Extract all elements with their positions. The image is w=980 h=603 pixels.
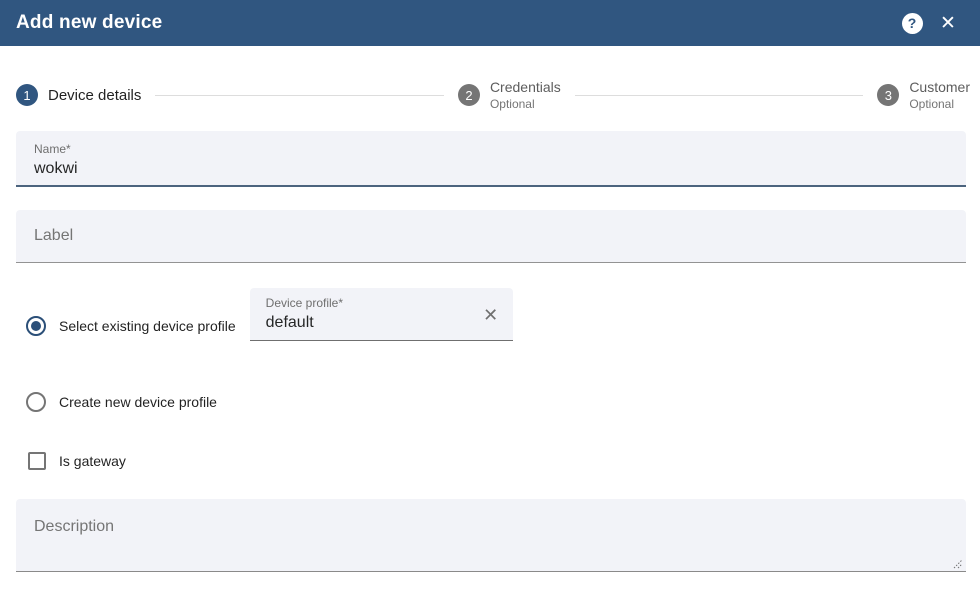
- device-profile-label: Device profile*: [266, 296, 473, 310]
- dialog-header: Add new device ? ✕: [0, 0, 980, 46]
- step-3-circle: 3: [877, 84, 899, 106]
- step-2-circle: 2: [458, 84, 480, 106]
- resize-handle-icon[interactable]: [951, 556, 963, 568]
- step-customer[interactable]: 3 Customer Optional: [877, 78, 970, 113]
- checkbox-icon: [28, 452, 46, 470]
- name-input[interactable]: [34, 160, 950, 178]
- radio-new-label: Create new device profile: [59, 394, 217, 410]
- help-icon: ?: [902, 13, 923, 34]
- step-3-label: Customer: [909, 78, 970, 96]
- close-button[interactable]: ✕: [930, 5, 966, 41]
- dialog-title: Add new device: [16, 12, 162, 34]
- step-credentials[interactable]: 2 Credentials Optional: [458, 78, 561, 113]
- close-icon: ✕: [940, 14, 956, 33]
- add-device-dialog: Add new device ? ✕ 1 Device details 2 Cr…: [0, 0, 980, 603]
- radio-create-new-profile[interactable]: Create new device profile: [26, 392, 217, 412]
- name-field: Name*: [16, 131, 966, 187]
- stepper-connector-2: [575, 95, 864, 96]
- gateway-label: Is gateway: [59, 453, 126, 469]
- radio-selected-icon: [26, 316, 46, 336]
- description-textarea[interactable]: [34, 511, 950, 563]
- stepper: 1 Device details 2 Credentials Optional …: [16, 71, 970, 119]
- is-gateway-row[interactable]: Is gateway: [28, 452, 126, 470]
- stepper-connector-1: [155, 95, 444, 96]
- clear-device-profile-button[interactable]: ✕: [481, 305, 501, 325]
- create-profile-row: Create new device profile: [26, 392, 217, 416]
- step-1-circle: 1: [16, 84, 38, 106]
- device-profile-field[interactable]: Device profile* ✕: [250, 288, 513, 341]
- step-2-sublabel: Optional: [490, 96, 561, 113]
- radio-select-existing-profile[interactable]: Select existing device profile: [26, 316, 236, 336]
- step-device-details[interactable]: 1 Device details: [16, 84, 141, 106]
- radio-unselected-icon: [26, 392, 46, 412]
- help-button[interactable]: ?: [894, 5, 930, 41]
- step-1-label: Device details: [48, 87, 141, 104]
- label-input[interactable]: [34, 227, 950, 245]
- device-profile-row: Select existing device profile Device pr…: [16, 288, 513, 341]
- label-field: [16, 210, 966, 263]
- clear-icon: ✕: [483, 306, 498, 324]
- name-field-label: Name*: [34, 142, 950, 156]
- description-field: [16, 499, 966, 572]
- device-profile-input[interactable]: [266, 314, 473, 332]
- radio-existing-label: Select existing device profile: [59, 318, 236, 334]
- step-3-sublabel: Optional: [909, 96, 970, 113]
- step-2-label: Credentials: [490, 78, 561, 96]
